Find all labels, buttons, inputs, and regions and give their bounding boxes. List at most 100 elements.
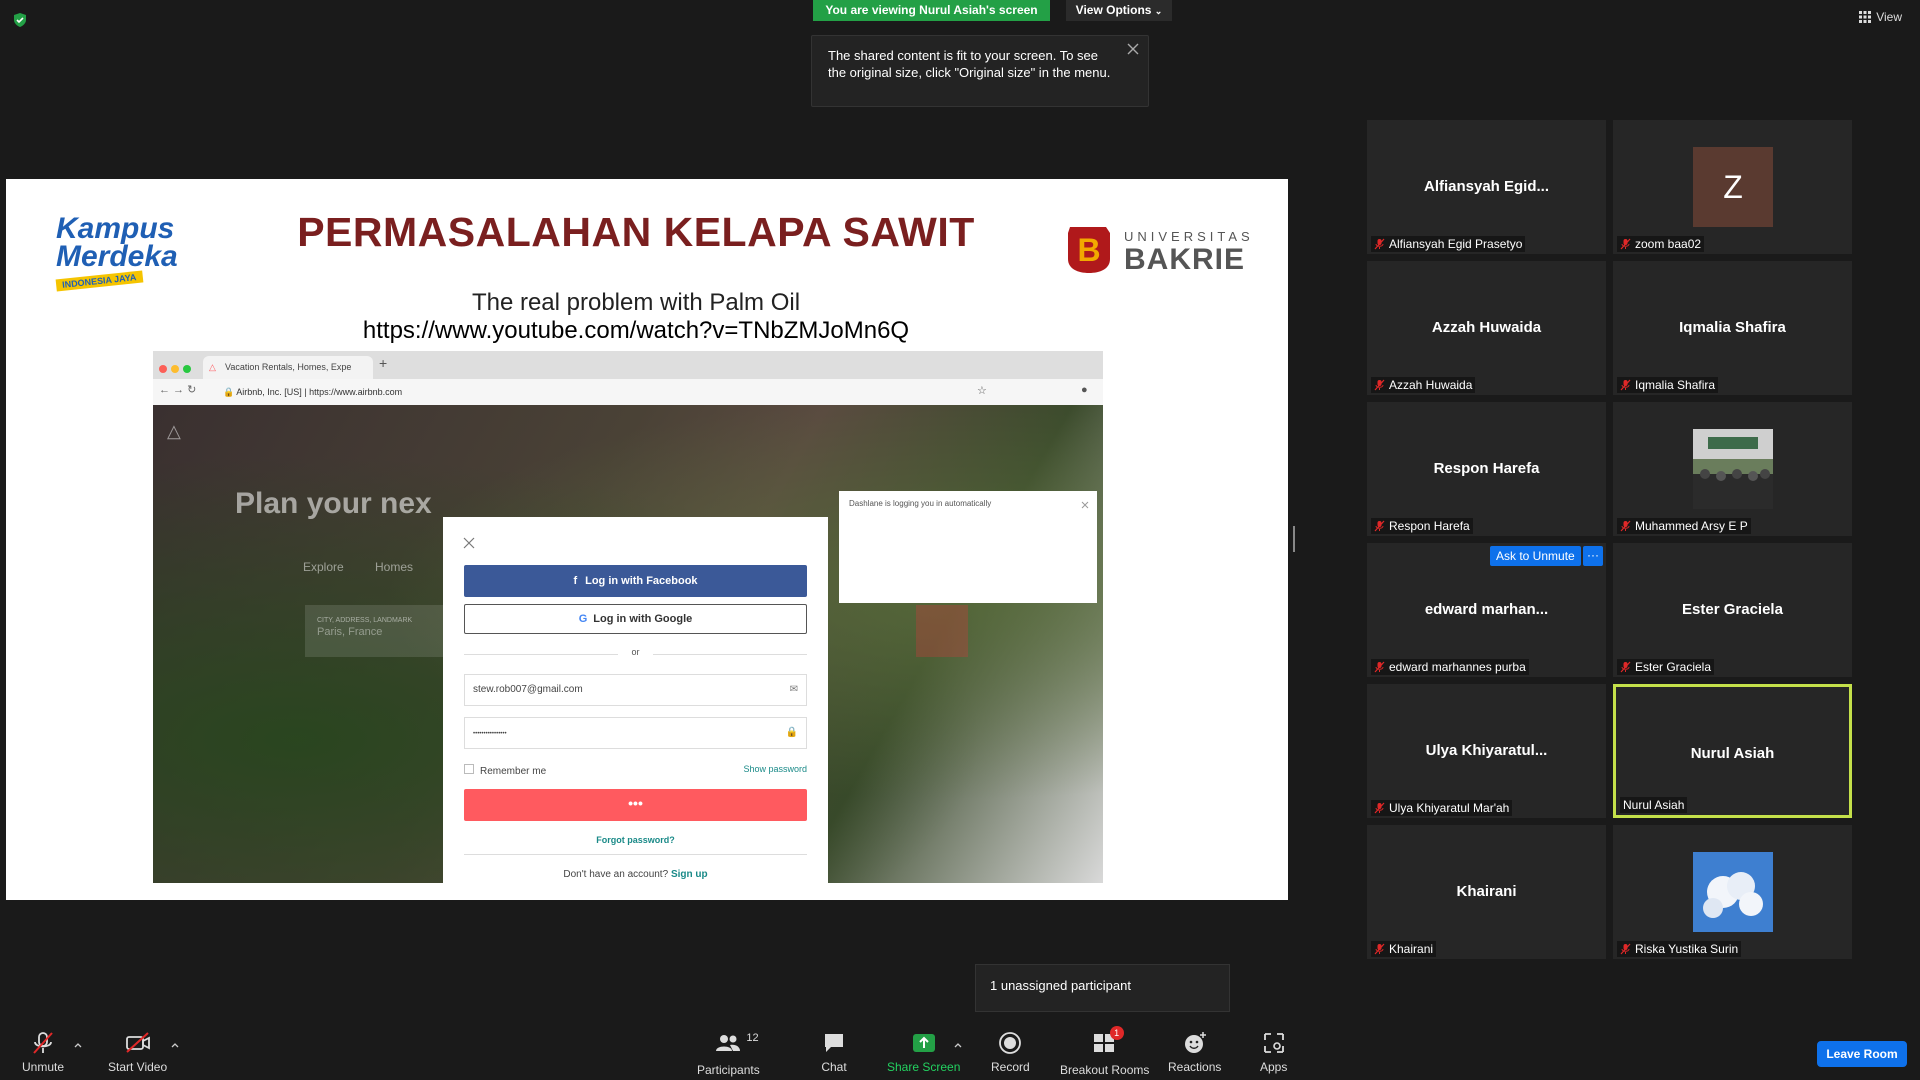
- microphone-muted-icon: [1374, 520, 1385, 532]
- logo-text-2: Merdeka: [56, 240, 178, 273]
- fit-screen-tooltip: The shared content is fit to your screen…: [811, 35, 1149, 107]
- search-box: CITY, ADDRESS, LANDMARK Paris, France: [305, 605, 455, 657]
- leave-room-button[interactable]: Leave Room: [1817, 1041, 1907, 1067]
- microphone-muted-icon: [1620, 238, 1631, 250]
- microphone-muted-icon: [1374, 802, 1385, 814]
- record-button[interactable]: Record: [991, 1030, 1030, 1074]
- microphone-muted-icon: [1620, 520, 1631, 532]
- participant-tile[interactable]: Riska Yustika Surin: [1613, 825, 1852, 959]
- apps-label: Apps: [1260, 1060, 1288, 1074]
- ask-to-unmute-button[interactable]: Ask to Unmute: [1490, 546, 1581, 566]
- show-password-link: Show password: [743, 764, 807, 774]
- search-icon: [916, 605, 968, 657]
- chevron-up-icon[interactable]: [73, 1040, 83, 1050]
- shared-screen[interactable]: Kampus Merdeka INDONESIA JAYA PERMASALAH…: [6, 179, 1288, 900]
- group-photo-avatar: [1693, 429, 1773, 509]
- email-field: stew.rob007@gmail.com ✉: [464, 674, 807, 706]
- participant-name: zoom baa02: [1635, 237, 1702, 251]
- microphone-muted-icon: [1374, 943, 1385, 955]
- participant-tile[interactable]: Zzoom baa02: [1613, 120, 1852, 254]
- participant-tile-name: Ester Graciela: [1682, 601, 1783, 618]
- kampus-merdeka-logo: Kampus Merdeka INDONESIA JAYA: [55, 212, 206, 292]
- checkbox-icon: [464, 764, 474, 774]
- new-tab-icon: +: [379, 355, 388, 371]
- participant-label: Ester Graciela: [1617, 659, 1715, 675]
- participant-tile-name: Nurul Asiah: [1690, 745, 1775, 762]
- browser-tabbar: △ Vacation Rentals, Homes, Expe +: [153, 351, 1103, 379]
- participant-label: edward marhannes purba: [1371, 659, 1529, 675]
- login-button: •••: [464, 789, 807, 821]
- address-url: https://www.airbnb.com: [309, 387, 403, 397]
- participant-tile[interactable]: Alfiansyah Egid... Alfiansyah Egid Praset…: [1367, 120, 1606, 254]
- browser-tab: △ Vacation Rentals, Homes, Expe: [203, 356, 373, 379]
- participant-tile-name: Ulya Khiyaratul...: [1425, 742, 1548, 759]
- microphone-muted-icon: [1374, 379, 1385, 391]
- breakout-badge: 1: [1109, 1026, 1124, 1040]
- panel-splitter[interactable]: [1293, 526, 1295, 552]
- view-label: View: [1876, 10, 1902, 24]
- tab-title: Vacation Rentals, Homes, Expe: [225, 362, 352, 372]
- participant-tile-name: Alfiansyah Egid...: [1423, 178, 1550, 195]
- share-screen-label: Share Screen: [887, 1060, 961, 1074]
- slide-subtitle: The real problem with Palm Oil: [471, 289, 801, 316]
- record-icon: [999, 1032, 1022, 1054]
- participant-tile[interactable]: Nurul Asiah Nurul Asiah: [1613, 684, 1852, 818]
- browser-addressbar: ← → ↻ 🔒 Airbnb, Inc. [US] | https://www.…: [153, 379, 1103, 406]
- participant-tile-name: Azzah Huwaida: [1431, 319, 1542, 336]
- start-video-button[interactable]: Start Video: [108, 1030, 167, 1074]
- participant-label: zoom baa02: [1617, 236, 1705, 252]
- participant-tile[interactable]: Muhammed Arsy E P: [1613, 402, 1852, 536]
- reactions-label: Reactions: [1168, 1060, 1222, 1074]
- signup-link: Sign up: [670, 869, 708, 880]
- address-company: Airbnb, Inc. [US]: [236, 387, 302, 397]
- participant-name: Alfiansyah Egid Prasetyo: [1389, 237, 1523, 251]
- close-icon[interactable]: [1126, 42, 1140, 56]
- reactions-button[interactable]: Reactions: [1168, 1030, 1221, 1074]
- google-icon: G: [578, 613, 588, 625]
- participant-label: Nurul Asiah: [1620, 797, 1688, 813]
- chevron-up-icon[interactable]: [170, 1040, 180, 1050]
- participant-name: Riska Yustika Surin: [1635, 942, 1739, 956]
- participant-tile[interactable]: Ulya Khiyaratul... Ulya Khiyaratul Mar'ah: [1367, 684, 1606, 818]
- address-field: 🔒 Airbnb, Inc. [US] | https://www.airbnb…: [223, 387, 403, 397]
- share-screen-button[interactable]: Share Screen: [887, 1030, 960, 1074]
- microphone-muted-icon: [1620, 379, 1631, 391]
- participant-label: Muhammed Arsy E P: [1617, 518, 1751, 534]
- airbnb-icon: △: [209, 362, 216, 372]
- participant-tile[interactable]: Respon Harefa Respon Harefa: [1367, 402, 1606, 536]
- unassigned-participant-popup: 1 unassigned participant: [975, 964, 1230, 1012]
- unmute-button[interactable]: Unmute: [22, 1030, 64, 1074]
- participants-icon-wrap: 12: [714, 1030, 759, 1063]
- more-options-button[interactable]: ···: [1583, 546, 1603, 566]
- participant-tile[interactable]: Ester Graciela Ester Graciela: [1613, 543, 1852, 677]
- star-icon: ☆: [977, 385, 987, 397]
- chat-button[interactable]: Chat: [821, 1030, 847, 1074]
- participants-button[interactable]: 12 Participants: [697, 1030, 760, 1077]
- apps-button[interactable]: Apps: [1260, 1030, 1287, 1074]
- view-button[interactable]: View: [1859, 10, 1902, 24]
- unassigned-text: 1 unassigned participant: [990, 978, 1131, 993]
- remember-me-checkbox: Remember me: [464, 764, 546, 777]
- facebook-login-button: f Log in with Facebook: [464, 565, 807, 597]
- universitas-bakrie-logo: B UNIVERSITAS BAKRIE: [1066, 223, 1256, 279]
- logo-univ-text: UNIVERSITAS: [1124, 229, 1254, 244]
- dashlane-text: Dashlane is logging you in automatically: [849, 499, 992, 508]
- search-label: CITY, ADDRESS, LANDMARK: [317, 617, 413, 624]
- shield-icon[interactable]: [12, 12, 28, 28]
- participant-tile[interactable]: Azzah Huwaida Azzah Huwaida: [1367, 261, 1606, 395]
- view-options-label: View Options: [1075, 3, 1152, 17]
- view-options-button[interactable]: View Options ⌄: [1066, 0, 1172, 21]
- grid-icon: [1859, 11, 1872, 23]
- participant-tile[interactable]: Iqmalia Shafira Iqmalia Shafira: [1613, 261, 1852, 395]
- participant-tile[interactable]: Khairani Khairani: [1367, 825, 1606, 959]
- record-label: Record: [991, 1060, 1030, 1074]
- microphone-muted-icon: [1620, 943, 1631, 955]
- participant-tile-name: Khairani: [1456, 883, 1517, 900]
- remember-label: Remember me: [480, 766, 547, 777]
- chevron-up-icon[interactable]: [953, 1040, 963, 1050]
- signup-line: Don't have an account? Sign up: [443, 869, 828, 880]
- breakout-rooms-button[interactable]: 1 Breakout Rooms: [1060, 1026, 1149, 1077]
- lock-icon: 🔒: [223, 387, 235, 397]
- participant-tile-name: Respon Harefa: [1433, 460, 1540, 477]
- logo-text-1: Kampus: [56, 212, 175, 245]
